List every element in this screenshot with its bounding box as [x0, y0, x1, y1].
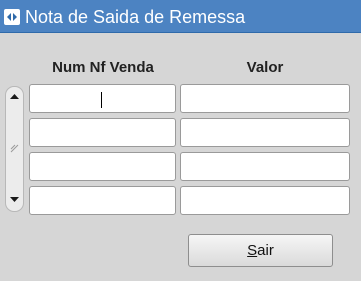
- sair-label: air: [257, 242, 274, 259]
- scroll-up-arrow-icon[interactable]: [8, 90, 21, 103]
- valor-field-row-4[interactable]: [180, 186, 350, 215]
- window-menu-icon[interactable]: [4, 9, 20, 25]
- scroll-grip-icon[interactable]: [10, 141, 19, 153]
- sair-mnemonic: S: [247, 242, 258, 259]
- vertical-scrollbar[interactable]: [5, 86, 24, 212]
- num-nf-venda-field-row-2[interactable]: [29, 118, 176, 147]
- scroll-down-arrow-icon[interactable]: [8, 193, 21, 206]
- valor-field-row-1[interactable]: [180, 84, 350, 113]
- text-cursor: [101, 92, 102, 108]
- column-header-num-nf-venda: Num Nf Venda: [52, 59, 154, 76]
- column-header-valor: Valor: [246, 59, 284, 76]
- window-title: Nota de Saida de Remessa: [25, 7, 246, 27]
- num-nf-venda-field-row-4[interactable]: [29, 186, 176, 215]
- sair-button[interactable]: Sair: [188, 234, 333, 267]
- window-titlebar[interactable]: Nota de Saida de Remessa: [0, 0, 361, 33]
- valor-field-row-2[interactable]: [180, 118, 350, 147]
- num-nf-venda-field-row-1[interactable]: [29, 84, 176, 113]
- valor-field-row-3[interactable]: [180, 152, 350, 181]
- num-nf-venda-field-row-3[interactable]: [29, 152, 176, 181]
